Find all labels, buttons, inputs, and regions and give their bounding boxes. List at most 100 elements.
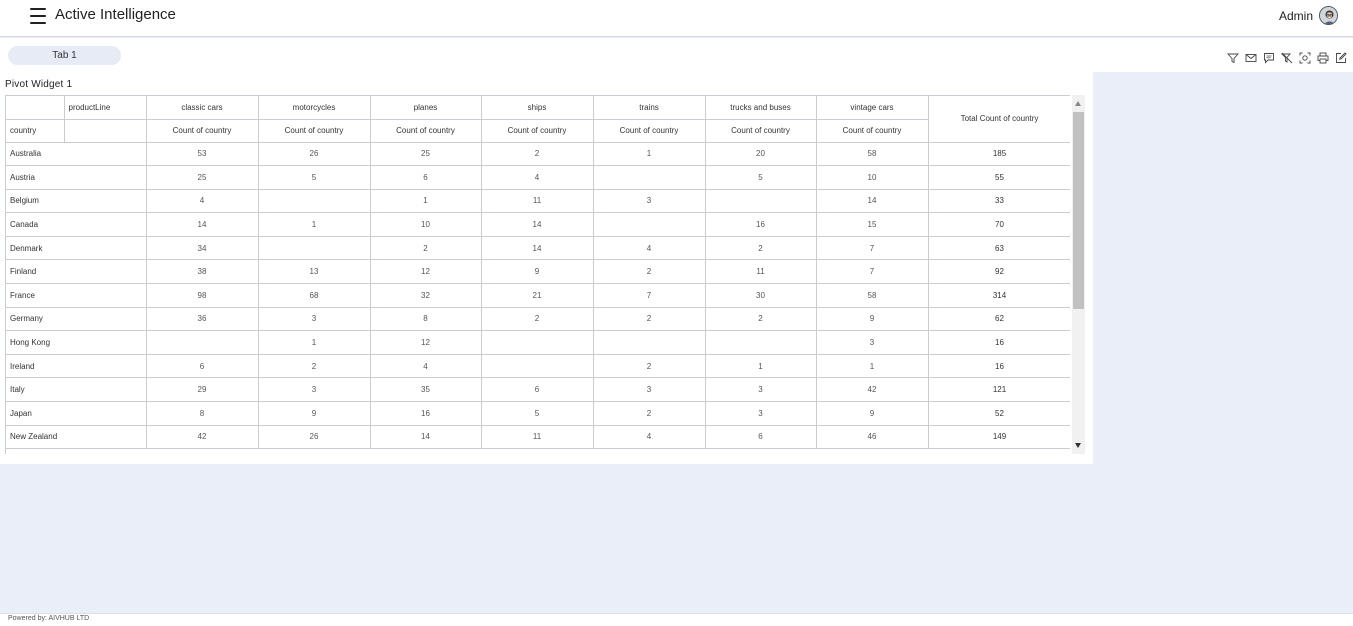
value-cell[interactable]: 42: [146, 425, 259, 450]
value-cell[interactable]: 12: [370, 259, 482, 285]
value-cell[interactable]: 4: [593, 425, 706, 450]
comment-icon[interactable]: [1262, 51, 1275, 64]
value-cell[interactable]: 8: [146, 401, 259, 426]
column-header[interactable]: ships: [481, 96, 594, 120]
value-cell[interactable]: 7: [816, 259, 929, 285]
column-header[interactable]: classic cars: [146, 96, 259, 120]
column-header[interactable]: motorcycles: [258, 96, 371, 120]
value-cell[interactable]: 3: [258, 377, 371, 403]
value-cell[interactable]: 3: [593, 189, 706, 214]
row-dimension-label[interactable]: country: [6, 119, 65, 143]
value-cell[interactable]: 2: [593, 307, 706, 332]
value-cell[interactable]: [146, 330, 259, 355]
value-cell[interactable]: 2: [481, 307, 594, 332]
table-row[interactable]: Japan 8 9 16 5 2 3 9 52: [6, 401, 1070, 426]
value-cell[interactable]: 30: [705, 283, 817, 308]
scrollbar-thumb[interactable]: [1073, 112, 1084, 309]
value-cell[interactable]: 11: [481, 425, 594, 450]
table-row[interactable]: Germany 36 3 8 2 2 2 9 62: [6, 307, 1070, 332]
value-cell[interactable]: [481, 330, 594, 355]
value-cell[interactable]: 2: [705, 236, 817, 261]
table-row[interactable]: Ireland 6 2 4 2 1 1 16: [6, 354, 1070, 379]
total-cell[interactable]: 16: [928, 330, 1070, 355]
value-cell[interactable]: 5: [481, 401, 594, 426]
value-cell[interactable]: 21: [481, 283, 594, 308]
value-cell[interactable]: 20: [705, 142, 817, 167]
clear-filter-icon[interactable]: [1280, 51, 1293, 64]
value-cell[interactable]: 25: [146, 165, 259, 190]
value-cell[interactable]: 5: [258, 165, 371, 190]
value-cell[interactable]: 1: [816, 354, 929, 379]
table-row[interactable]: New Zealand 42 26 14 11 4 6 46 149: [6, 425, 1070, 450]
value-cell[interactable]: 98: [146, 283, 259, 308]
table-row[interactable]: Australia 53 26 25 2 1 20 58 185: [6, 142, 1070, 167]
value-cell[interactable]: [593, 330, 706, 355]
value-cell[interactable]: 26: [258, 142, 371, 167]
row-header[interactable]: Italy: [6, 377, 147, 403]
table-row[interactable]: Hong Kong 1 12 3 16: [6, 330, 1070, 355]
value-cell[interactable]: 58: [816, 142, 929, 167]
table-row[interactable]: Italy 29 3 35 6 3 3 42 121: [6, 377, 1070, 403]
scroll-up-icon[interactable]: [1075, 101, 1081, 106]
row-header[interactable]: Japan: [6, 401, 147, 426]
value-cell[interactable]: 9: [816, 307, 929, 332]
total-cell[interactable]: 63: [928, 236, 1070, 261]
total-cell[interactable]: 16: [928, 354, 1070, 379]
value-cell[interactable]: 68: [258, 283, 371, 308]
value-cell[interactable]: 3: [258, 307, 371, 332]
total-cell[interactable]: 314: [928, 283, 1070, 308]
value-cell[interactable]: 2: [258, 354, 371, 379]
value-cell[interactable]: 10: [370, 212, 482, 237]
value-cell[interactable]: 4: [593, 236, 706, 261]
row-header[interactable]: Finland: [6, 259, 147, 285]
value-cell[interactable]: 1: [593, 142, 706, 167]
value-cell[interactable]: 1: [258, 212, 371, 237]
value-cell[interactable]: [593, 212, 706, 237]
value-cell[interactable]: 16: [370, 401, 482, 426]
value-cell[interactable]: 6: [146, 354, 259, 379]
value-cell[interactable]: 6: [705, 425, 817, 450]
value-cell[interactable]: [705, 330, 817, 355]
total-header[interactable]: Total Count of country: [928, 96, 1070, 143]
table-row[interactable]: Belgium 4 1 11 3 14 33: [6, 189, 1070, 214]
avatar[interactable]: [1319, 6, 1338, 25]
value-cell[interactable]: 46: [816, 425, 929, 450]
table-row[interactable]: Denmark 34 2 14 4 2 7 63: [6, 236, 1070, 261]
value-cell[interactable]: 7: [816, 236, 929, 261]
value-cell[interactable]: 53: [146, 142, 259, 167]
value-cell[interactable]: [481, 354, 594, 379]
value-cell[interactable]: 35: [370, 377, 482, 403]
value-cell[interactable]: 14: [146, 212, 259, 237]
table-row[interactable]: France 98 68 32 21 7 30 58 314: [6, 283, 1070, 308]
total-cell[interactable]: 52: [928, 401, 1070, 426]
value-cell[interactable]: 4: [481, 165, 594, 190]
row-header[interactable]: Germany: [6, 307, 147, 332]
print-icon[interactable]: [1316, 51, 1329, 64]
value-cell[interactable]: 2: [593, 259, 706, 285]
value-cell[interactable]: [593, 165, 706, 190]
table-row[interactable]: Canada 14 1 10 14 16 15 70: [6, 212, 1070, 237]
value-cell[interactable]: 3: [816, 330, 929, 355]
value-cell[interactable]: 3: [705, 377, 817, 403]
value-cell[interactable]: 2: [370, 236, 482, 261]
value-cell[interactable]: 7: [593, 283, 706, 308]
row-header[interactable]: Ireland: [6, 354, 147, 379]
value-cell[interactable]: 32: [370, 283, 482, 308]
value-cell[interactable]: [705, 189, 817, 214]
value-cell[interactable]: 2: [705, 307, 817, 332]
value-cell[interactable]: 9: [816, 401, 929, 426]
value-cell[interactable]: 1: [370, 189, 482, 214]
total-cell[interactable]: 185: [928, 142, 1070, 167]
row-header[interactable]: Denmark: [6, 236, 147, 261]
vertical-scrollbar[interactable]: [1072, 95, 1085, 454]
value-cell[interactable]: 6: [370, 165, 482, 190]
value-cell[interactable]: 34: [146, 236, 259, 261]
value-cell[interactable]: [258, 236, 371, 261]
value-cell[interactable]: 10: [816, 165, 929, 190]
value-cell[interactable]: 6: [481, 377, 594, 403]
menu-icon[interactable]: [30, 8, 46, 24]
tab-1[interactable]: Tab 1: [8, 46, 121, 65]
value-cell[interactable]: 36: [146, 307, 259, 332]
value-cell[interactable]: 15: [816, 212, 929, 237]
value-cell[interactable]: 2: [481, 142, 594, 167]
